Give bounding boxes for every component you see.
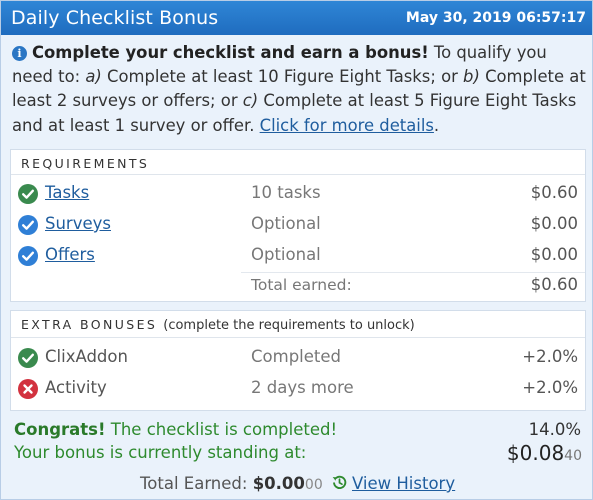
x-red-icon (18, 379, 38, 399)
intro-text-part: Complete at least 10 Figure Eight Tasks;… (101, 67, 464, 87)
bonus-name: Activity (45, 378, 107, 397)
intro-headline: Complete your checklist and earn a bonus… (32, 43, 429, 62)
total-earned-label: Total earned: (251, 276, 352, 294)
bonus-percent: 14.0% (528, 420, 581, 439)
total-earned-amount: $0.60 (530, 275, 578, 294)
requirement-amount: $0.00 (530, 214, 578, 233)
intro-text: i Complete your checklist and earn a bonu… (12, 41, 588, 138)
bonus-amount-fraction: 40 (564, 448, 582, 464)
divider (241, 272, 585, 273)
bonus-name: ClixAddon (45, 347, 128, 366)
more-details-link[interactable]: Click for more details (260, 116, 434, 135)
view-history-text[interactable]: View History (352, 474, 455, 493)
extra-bonuses-heading: EXTRA BONUSES (complete the requirements … (21, 317, 415, 333)
requirement-value: 10 tasks (251, 183, 321, 202)
surveys-link[interactable]: Surveys (45, 214, 111, 233)
requirement-value: Optional (251, 245, 321, 264)
divider (11, 337, 585, 338)
option-a-label: a) (85, 67, 102, 87)
extra-bonuses-title: EXTRA BONUSES (21, 317, 158, 332)
bonus-amount: +2.0% (522, 347, 578, 366)
requirement-amount: $0.00 (530, 245, 578, 264)
requirements-box: REQUIREMENTS Tasks 10 tasks $0.60 Survey… (10, 149, 586, 302)
daily-checklist-widget: Daily Checklist Bonus May 30, 2019 06:57… (0, 0, 593, 500)
total-earned-row: Total earned: $0.60 (11, 272, 585, 302)
bonus-amount-main: $0.08 (506, 441, 565, 465)
total-earned-summary-fraction: 00 (304, 477, 323, 493)
requirement-row-tasks: Tasks 10 tasks $0.60 (11, 181, 585, 209)
requirement-row-surveys: Surveys Optional $0.00 (11, 212, 585, 240)
intro-text-part: . (433, 115, 440, 135)
bonus-status: Completed (251, 347, 341, 366)
info-icon: i (12, 46, 27, 61)
check-blue-icon (18, 246, 38, 266)
check-green-icon (18, 348, 38, 368)
extra-bonuses-subtitle: (complete the requirements to unlock) (163, 318, 415, 333)
current-datetime: May 30, 2019 06:57:17 (405, 10, 586, 26)
requirements-heading: REQUIREMENTS (21, 156, 150, 171)
total-earned-summary: Total Earned: $0.0000 (140, 474, 323, 493)
bonus-status: 2 days more (251, 378, 354, 397)
total-earned-summary-label: Total Earned: (140, 474, 253, 493)
congrats-text: The checklist is completed! (105, 420, 338, 439)
requirement-amount: $0.60 (530, 183, 578, 202)
history-icon (331, 474, 348, 491)
congrats-bold: Congrats! (14, 420, 106, 439)
bonus-standing-label: Your bonus is currently standing at: (14, 443, 307, 462)
bonus-row-clixaddon: ClixAddon Completed +2.0% (11, 345, 585, 373)
check-blue-icon (18, 215, 38, 235)
bonus-row-activity: Activity 2 days more +2.0% (11, 376, 585, 404)
option-c-label: c) (242, 91, 259, 111)
requirement-value: Optional (251, 214, 321, 233)
bonus-amount: +2.0% (522, 378, 578, 397)
offers-link[interactable]: Offers (45, 245, 95, 264)
widget-header: Daily Checklist Bonus May 30, 2019 06:57… (1, 1, 592, 35)
tasks-link[interactable]: Tasks (45, 183, 89, 202)
requirement-row-offers: Offers Optional $0.00 (11, 243, 585, 271)
divider (11, 174, 585, 175)
bonus-amount-total: $0.0840 (507, 441, 582, 465)
total-earned-summary-main: $0.00 (252, 474, 305, 493)
widget-title: Daily Checklist Bonus (11, 7, 219, 29)
check-green-icon (18, 184, 38, 204)
extra-bonuses-box: EXTRA BONUSES (complete the requirements … (10, 310, 586, 411)
option-b-label: b) (463, 67, 480, 87)
congrats-message: Congrats! The checklist is completed! (14, 420, 337, 439)
view-history-link[interactable]: View History (331, 474, 455, 493)
